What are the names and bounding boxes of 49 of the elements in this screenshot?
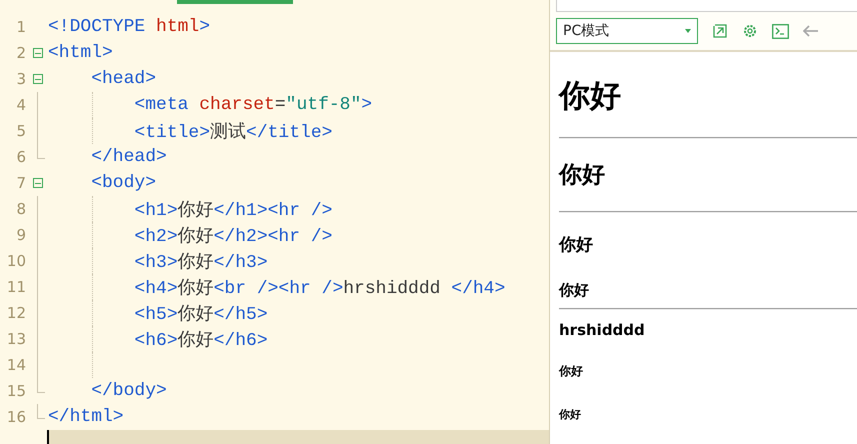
line-number: 13 bbox=[6, 330, 26, 348]
line-number: 7 bbox=[15, 174, 26, 192]
line-number: 8 bbox=[15, 200, 26, 218]
line-number: 1 bbox=[15, 18, 26, 36]
heading-text: 你好 bbox=[559, 161, 606, 189]
code-line: <title>测试</title> bbox=[133, 121, 332, 143]
collapse-icon[interactable] bbox=[33, 74, 43, 84]
code-line: <h6>你好</h6> bbox=[133, 330, 268, 351]
heading-text: 你好 bbox=[559, 77, 622, 115]
line-number: 12 bbox=[6, 304, 26, 322]
line-number: 15 bbox=[6, 382, 26, 400]
caret-icon bbox=[685, 29, 691, 33]
line-number: 5 bbox=[15, 122, 26, 140]
code-line: </html> bbox=[48, 407, 124, 427]
code-line: <h5>你好</h5> bbox=[133, 304, 268, 325]
heading-text: 你好 bbox=[559, 363, 584, 379]
code-line: <h1>你好</h1><hr /> bbox=[133, 200, 332, 221]
heading-text: hrshidddd bbox=[559, 320, 646, 340]
code-line: <!DOCTYPE html> bbox=[48, 17, 210, 37]
back-arrow-icon[interactable] bbox=[803, 25, 819, 37]
heading-text: 你好 bbox=[559, 408, 582, 422]
external-link-icon[interactable] bbox=[712, 23, 728, 39]
code-line: </body> bbox=[90, 381, 167, 401]
collapse-icon[interactable] bbox=[33, 48, 43, 58]
line-number: 10 bbox=[6, 252, 26, 270]
line-number: 16 bbox=[6, 408, 26, 426]
code-line: <html> bbox=[48, 43, 113, 63]
heading-text: 你好 bbox=[559, 234, 594, 256]
code-line: </head> bbox=[90, 147, 167, 167]
code-line: <h4>你好<br /><hr />hrshidddd </h4> bbox=[133, 278, 506, 299]
line-number: 14 bbox=[6, 356, 26, 374]
line-number: 2 bbox=[15, 44, 26, 62]
heading-text: 你好 bbox=[559, 280, 590, 300]
code-editor[interactable] bbox=[0, 0, 550, 444]
url-field[interactable] bbox=[556, 0, 857, 12]
code-line: <head> bbox=[90, 69, 156, 89]
line-number: 3 bbox=[15, 70, 26, 88]
line-number: 11 bbox=[6, 278, 26, 296]
code-line: <body> bbox=[90, 173, 156, 193]
code-line: <h3>你好</h3> bbox=[133, 252, 268, 273]
code-line: <meta charset="utf-8"> bbox=[133, 95, 372, 115]
line-number: 6 bbox=[15, 148, 26, 166]
mode-select[interactable]: PC模式 bbox=[556, 18, 698, 44]
collapse-icon[interactable] bbox=[33, 178, 43, 188]
terminal-icon[interactable] bbox=[772, 24, 789, 38]
line-number: 9 bbox=[15, 226, 26, 244]
line-number: 4 bbox=[15, 96, 26, 114]
settings-icon[interactable] bbox=[742, 23, 758, 39]
code-line: <h2>你好</h2><hr /> bbox=[133, 226, 332, 247]
